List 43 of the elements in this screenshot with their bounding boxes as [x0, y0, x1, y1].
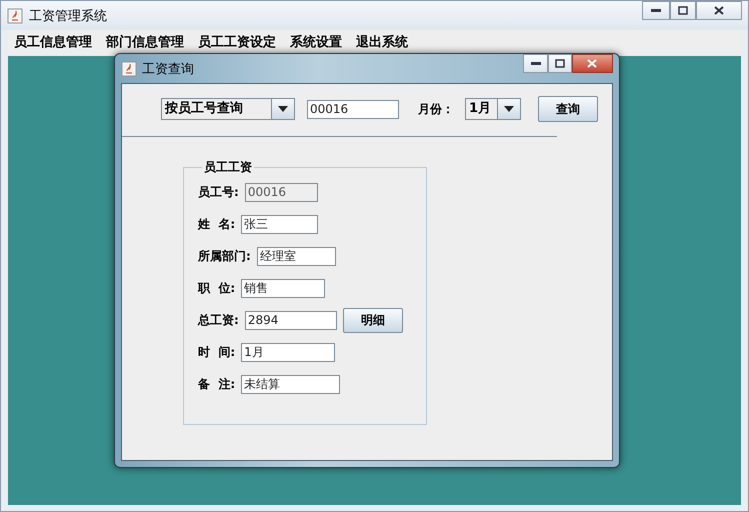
- close-button[interactable]: [696, 1, 742, 20]
- app-icon: [7, 8, 23, 24]
- group-title: 员工工资: [203, 159, 253, 176]
- window-title: 工资管理系统: [29, 8, 107, 24]
- minimize-button[interactable]: [523, 54, 548, 73]
- menu-item[interactable]: 员工信息管理: [14, 33, 92, 51]
- close-icon: [587, 59, 598, 68]
- field-label: 员工号:: [198, 184, 239, 200]
- input-field[interactable]: 未结算: [241, 374, 340, 394]
- input-field[interactable]: 销售: [241, 278, 326, 298]
- menu-item[interactable]: 部门信息管理: [106, 33, 184, 51]
- menu-item[interactable]: 系统设置: [290, 33, 342, 51]
- query-button[interactable]: 查询: [538, 96, 598, 122]
- caret-icon: [278, 106, 288, 112]
- minimize-icon: [530, 62, 541, 66]
- input-field[interactable]: 经理室: [256, 246, 336, 266]
- field-label: 时 间:: [198, 344, 236, 360]
- field-label: 备 注:: [198, 376, 236, 392]
- maximize-button[interactable]: [670, 1, 696, 20]
- close-icon: [714, 6, 724, 15]
- query-input[interactable]: 00016: [307, 100, 399, 118]
- menu-item[interactable]: 退出系统: [356, 33, 408, 51]
- field-label: 总工资:: [198, 312, 239, 328]
- maximize-button[interactable]: [548, 54, 572, 73]
- detail-button[interactable]: 明细: [342, 308, 403, 332]
- caret-icon: [504, 106, 514, 112]
- field-label: 姓 名:: [198, 216, 236, 232]
- menu-item[interactable]: 员工工资设定: [198, 33, 276, 51]
- close-button[interactable]: [572, 54, 613, 73]
- dialog-title: 工资查询: [142, 60, 194, 78]
- minimize-icon: [651, 8, 661, 12]
- app-icon: [121, 60, 137, 76]
- input-field[interactable]: 1月: [241, 342, 336, 362]
- month-label: 月份：: [418, 100, 454, 118]
- month-dropdown[interactable]: 1月: [465, 98, 521, 120]
- field-label: 所属部门:: [198, 248, 251, 264]
- maximize-icon: [678, 6, 688, 15]
- input-field[interactable]: 张三: [241, 214, 318, 234]
- input-field[interactable]: 2894: [244, 310, 337, 330]
- minimize-button[interactable]: [642, 1, 670, 20]
- query-mode-dropdown[interactable]: 按员工号查询: [161, 98, 295, 120]
- maximize-icon: [554, 59, 565, 68]
- field-label: 职 位:: [198, 280, 236, 296]
